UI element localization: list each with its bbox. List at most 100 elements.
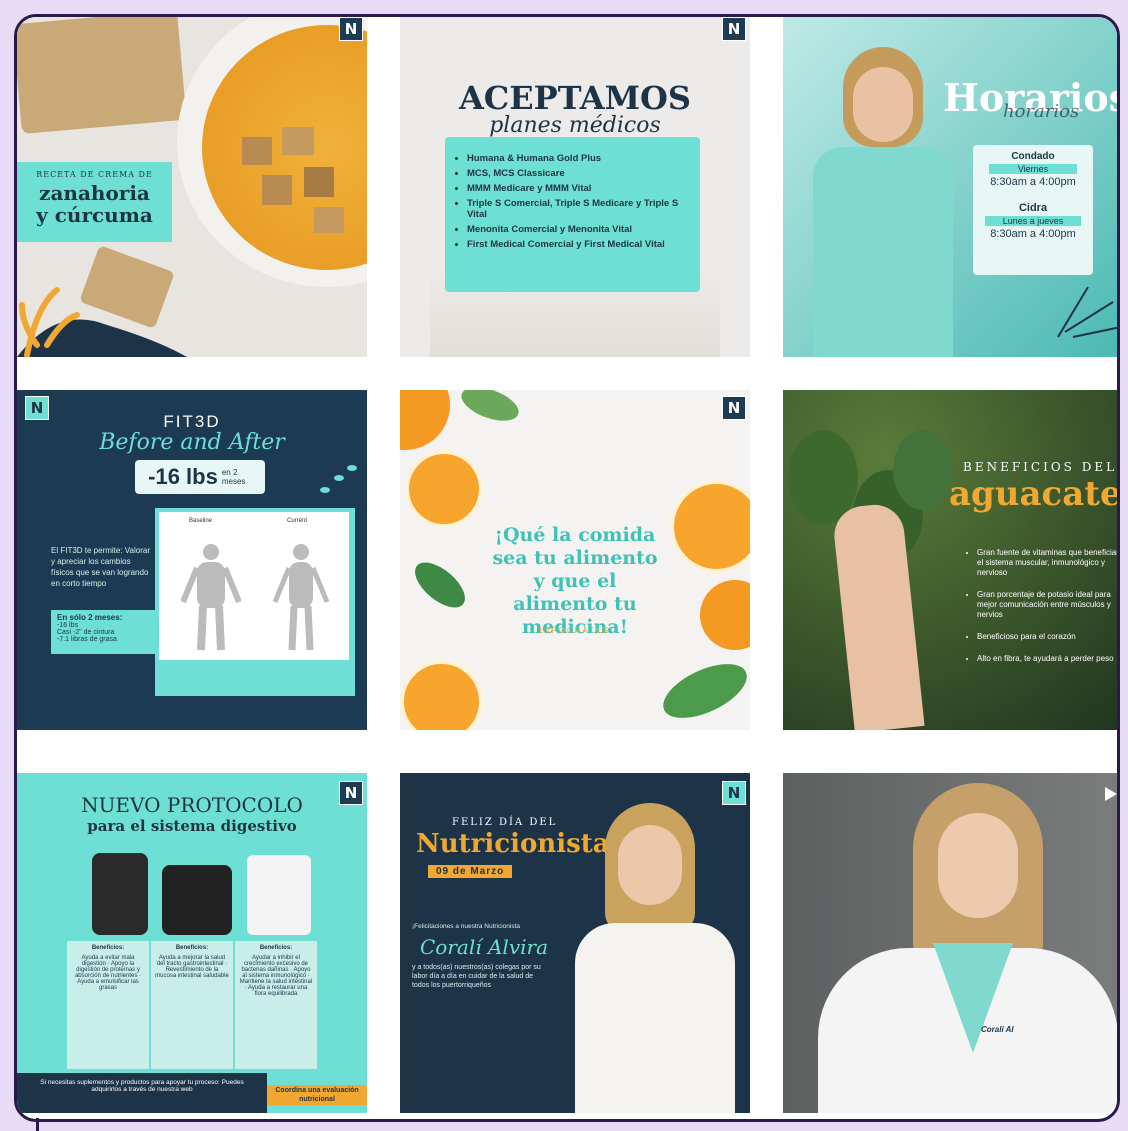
fit3d-box-item: -16 lbs bbox=[57, 622, 79, 629]
quote-text: ¡Qué la comida sea tu alimento y que el … bbox=[492, 524, 658, 638]
recipe-title-card: RECETA DE CREMA DE zanahoria y cúrcuma bbox=[17, 162, 172, 242]
orange-slice-image bbox=[405, 450, 483, 528]
supplement-bottle-image bbox=[92, 853, 148, 935]
post-tile-quote[interactable]: ¡Qué la comida sea tu alimento y que el … bbox=[400, 390, 750, 730]
fit3d-box-item: -7.1 libras de grasa bbox=[57, 636, 117, 643]
insurance-subtitle: planes médicos bbox=[489, 113, 661, 138]
benefits-column: Beneficios: Ayuda a mejorar la salud del… bbox=[151, 941, 233, 1069]
orange-slice-image bbox=[700, 580, 750, 650]
avocado-eyebrow: BENEFICIOS DEL bbox=[963, 460, 1118, 474]
column-header: Beneficios: bbox=[259, 945, 293, 951]
leaf-image bbox=[407, 554, 473, 616]
orange-slice-image bbox=[400, 660, 483, 730]
column-text: Ayuda a mejorar la salud del tracto gast… bbox=[155, 955, 229, 979]
day-condado: Viernes bbox=[989, 164, 1077, 174]
leaf-decor-icon bbox=[17, 287, 187, 357]
column-header: Beneficios: bbox=[175, 945, 209, 951]
recipe-eyebrow: RECETA DE CREMA DE bbox=[36, 170, 153, 179]
benefits-table: Beneficios: Ayuda a evitar mala digestió… bbox=[67, 941, 317, 1069]
location-cidra: Cidra bbox=[1018, 202, 1048, 214]
location-condado: Condado bbox=[1011, 151, 1055, 162]
post-tile-portrait[interactable]: Coralí Al bbox=[783, 773, 1117, 1113]
body-scan-current-icon bbox=[272, 544, 330, 651]
recipe-title-line1: zanahoria bbox=[39, 181, 150, 205]
dots-decor-icon bbox=[320, 465, 357, 493]
supplement-jar-image bbox=[162, 865, 232, 935]
fit3d-stat-small: en 2 meses bbox=[221, 468, 246, 486]
avocado-title: aguacate bbox=[949, 474, 1120, 514]
fit3d-box-title: En sólo 2 meses: bbox=[57, 613, 123, 622]
column-text: Ayuda a evitar mala digestión · Apoyo la… bbox=[74, 955, 142, 991]
insurance-list: Humana & Humana Gold Plus MCS, MCS Class… bbox=[445, 153, 700, 250]
palm-leaf-icon bbox=[1057, 286, 1117, 338]
evaluation-cta-button[interactable]: Coordina una evaluación nutricional bbox=[267, 1085, 367, 1105]
fit3d-results-box: En sólo 2 meses: -16 lbs Casi -2" de cin… bbox=[51, 610, 167, 654]
post-tile-insurance[interactable]: ACEPTAMOS planes médicos Humana & Humana… bbox=[400, 17, 750, 357]
brand-badge-icon: N bbox=[722, 781, 746, 805]
quote-author: HIPÓCRATES bbox=[539, 626, 611, 635]
fit3d-subtitle: Before and After bbox=[99, 430, 285, 455]
doctor-photo bbox=[803, 47, 953, 357]
orange-slice-image bbox=[400, 390, 450, 450]
insurance-title: ACEPTAMOS bbox=[458, 79, 692, 117]
protocol-title: NUEVO PROTOCOLO bbox=[81, 793, 303, 817]
time-cidra: 8:30am a 4:00pm bbox=[990, 228, 1076, 240]
fit3d-box-item: Casi -2" de cintura bbox=[57, 629, 115, 636]
protocol-footer: Si necesitas suplementos y productos par… bbox=[17, 1073, 267, 1113]
benefits-column: Beneficios: Ayudar a inhibir el crecimie… bbox=[235, 941, 317, 1069]
insurance-item: First Medical Comercial y First Medical … bbox=[467, 239, 690, 250]
day-cidra: Lunes a jueves bbox=[985, 216, 1081, 226]
nutri-signature: Coralí Alvira bbox=[420, 935, 548, 959]
insurance-item: Humana & Humana Gold Plus bbox=[467, 153, 690, 164]
nutri-date: 09 de Marzo bbox=[428, 865, 513, 878]
nutri-eyebrow: FELIZ DÍA DEL bbox=[452, 817, 558, 828]
protocol-subtitle: para el sistema digestivo bbox=[87, 817, 297, 835]
leaf-image bbox=[457, 390, 523, 428]
orange-slice-image bbox=[670, 480, 750, 573]
insurance-list-card: Humana & Humana Gold Plus MCS, MCS Class… bbox=[445, 137, 700, 292]
post-tile-protocol[interactable]: N NUEVO PROTOCOLO para el sistema digest… bbox=[17, 773, 367, 1113]
benefit-item: Alto en fibra, te ayudará a perder peso bbox=[977, 654, 1117, 664]
nutri-body-top: ¡Felicitaciones a nuestra Nutricionista bbox=[412, 923, 521, 930]
post-tile-nutritionist-day[interactable]: N FELIZ DÍA DEL Nutricionista 09 de Marz… bbox=[400, 773, 750, 1113]
nutritionist-photo bbox=[570, 803, 740, 1113]
benefits-column: Beneficios: Ayuda a evitar mala digestió… bbox=[67, 941, 149, 1069]
post-tile-recipe[interactable]: RECETA DE CREMA DE zanahoria y cúrcuma N bbox=[17, 17, 367, 357]
post-tile-schedule[interactable]: Horarios horarios Condado Viernes 8:30am… bbox=[783, 17, 1117, 357]
insurance-item: MCS, MCS Classicare bbox=[467, 168, 690, 179]
benefit-item: Beneficioso para el corazón bbox=[977, 632, 1117, 642]
body-scan-baseline-icon bbox=[181, 544, 241, 651]
scan-label-current: Current bbox=[287, 518, 308, 524]
schedule-card: Condado Viernes 8:30am a 4:00pm Cidra Lu… bbox=[973, 145, 1093, 275]
fit3d-body: El FIT3D te permite: Valorar y apreciar … bbox=[51, 546, 150, 588]
portrait-face-image bbox=[938, 813, 1018, 918]
bread-slice-image bbox=[17, 17, 187, 134]
leaf-image bbox=[655, 652, 750, 730]
recipe-title-line2: y cúrcuma bbox=[36, 203, 153, 227]
nutri-body: y a todos(as) nuestros(as) colegas por s… bbox=[412, 964, 541, 989]
benefit-item: Gran porcentaje de potasio ideal para me… bbox=[977, 590, 1117, 620]
fit3d-title: FIT3D bbox=[163, 412, 221, 431]
fit3d-scan-panel: Baseline Current bbox=[159, 512, 349, 660]
avocado-benefits-list: Gran fuente de vitaminas que benefician … bbox=[961, 548, 1117, 668]
fit3d-stat-box: -16 lbs en 2 meses bbox=[135, 460, 265, 494]
fit3d-stat: -16 lbs bbox=[148, 464, 218, 489]
column-text: Ayudar a inhibir el crecimiento excesivo… bbox=[239, 955, 313, 997]
column-header: Beneficios: bbox=[91, 945, 125, 951]
brand-badge-icon: N bbox=[339, 17, 363, 41]
croutons-image bbox=[242, 127, 352, 237]
posts-grid: RECETA DE CREMA DE zanahoria y cúrcuma N… bbox=[14, 14, 1120, 1122]
insurance-item: MMM Medicare y MMM Vital bbox=[467, 183, 690, 194]
benefit-item: Gran fuente de vitaminas que benefician … bbox=[977, 548, 1117, 578]
insurance-item: Menonita Comercial y Menonita Vital bbox=[467, 224, 690, 235]
scan-label-baseline: Baseline bbox=[189, 518, 213, 524]
insurance-item: Triple S Comercial, Triple S Medicare y … bbox=[467, 198, 690, 220]
video-play-icon bbox=[1105, 787, 1117, 801]
supplement-jar-image bbox=[247, 855, 311, 935]
post-tile-avocado[interactable]: BENEFICIOS DEL aguacate Gran fuente de v… bbox=[783, 390, 1120, 730]
time-condado: 8:30am a 4:00pm bbox=[990, 176, 1076, 188]
avocado-image bbox=[893, 430, 953, 510]
brand-badge-icon: N bbox=[722, 17, 746, 41]
frame-tail-decor bbox=[36, 1118, 39, 1131]
post-tile-fit3d[interactable]: N FIT3D Before and After -16 lbs en 2 me… bbox=[17, 390, 367, 730]
